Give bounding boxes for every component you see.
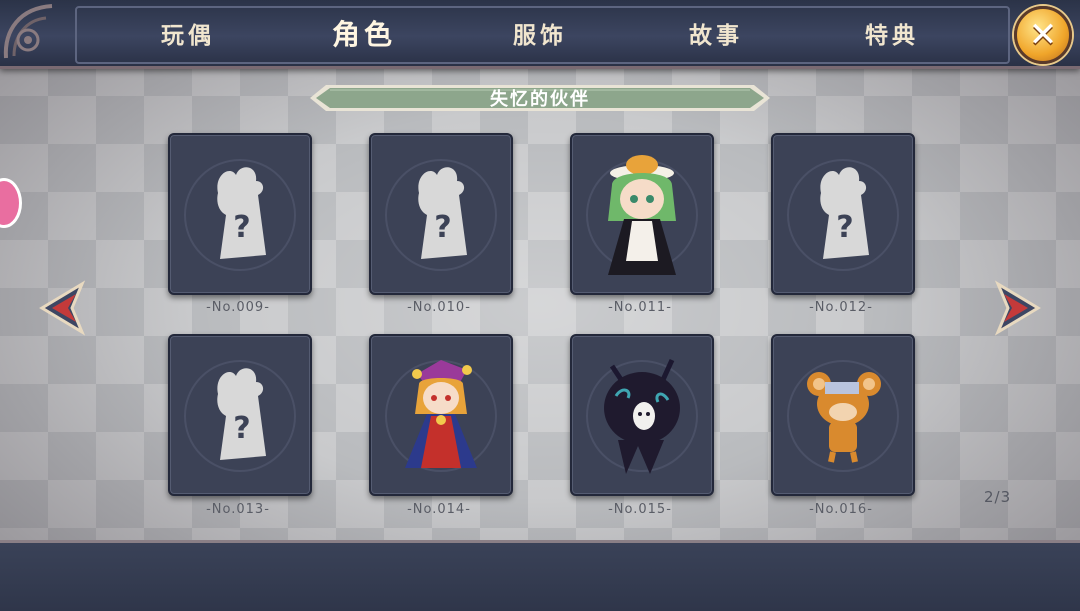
card-number: -No.012- [809, 300, 873, 315]
card-number: -No.015- [608, 502, 672, 517]
locked-silhouette-icon: ? [385, 159, 497, 271]
svg-text:?: ? [434, 210, 451, 245]
character-card-locked[interactable]: ? [771, 133, 915, 295]
mouse-doll-icon [787, 360, 899, 472]
tab-costumes[interactable]: 服饰 [452, 0, 628, 66]
tab-dolls[interactable]: 玩偶 [100, 0, 276, 66]
jester-icon [385, 360, 497, 472]
character-card-unlocked[interactable] [369, 334, 513, 496]
card-number: -No.016- [809, 502, 873, 517]
svg-text:?: ? [233, 411, 250, 446]
card-number: -No.009- [206, 300, 270, 315]
tab-bar: 玩偶 角色 服饰 故事 特典 [100, 0, 980, 66]
tab-stories[interactable]: 故事 [628, 0, 804, 66]
tab-characters[interactable]: 角色 [276, 0, 452, 66]
character-card-unlocked[interactable] [771, 334, 915, 496]
character-card-locked[interactable]: ? [168, 133, 312, 295]
locked-silhouette-icon: ? [787, 159, 899, 271]
character-card-unlocked[interactable] [570, 133, 714, 295]
side-tab-button[interactable] [0, 178, 22, 228]
close-icon: ✕ [1028, 15, 1058, 55]
section-banner: 失忆的伙伴 [310, 83, 770, 113]
svg-text:?: ? [836, 210, 853, 245]
card-number: -No.014- [407, 502, 471, 517]
next-page-arrow-icon[interactable] [994, 280, 1042, 336]
top-nav-bar: 玩偶 角色 服饰 故事 特典 ✕ [0, 0, 1080, 69]
bottom-bar [0, 540, 1080, 611]
character-card-locked[interactable]: ? [168, 334, 312, 496]
locked-silhouette-icon: ? [184, 360, 296, 472]
close-button[interactable]: ✕ [1014, 6, 1072, 64]
shadow-creature-icon [586, 358, 698, 474]
green-haired-maid-icon [586, 155, 698, 275]
character-card-locked[interactable]: ? [369, 133, 513, 295]
tab-extras[interactable]: 特典 [804, 0, 980, 66]
card-number: -No.011- [608, 300, 672, 315]
card-number: -No.010- [407, 300, 471, 315]
card-number: -No.013- [206, 502, 270, 517]
prev-page-arrow-icon[interactable] [38, 280, 86, 336]
character-card-unlocked[interactable] [570, 334, 714, 496]
section-title: 失忆的伙伴 [490, 89, 590, 110]
svg-text:?: ? [233, 210, 250, 245]
locked-silhouette-icon: ? [184, 159, 296, 271]
ornament-icon [3, 4, 53, 59]
page-indicator: 2/3 [984, 488, 1012, 506]
